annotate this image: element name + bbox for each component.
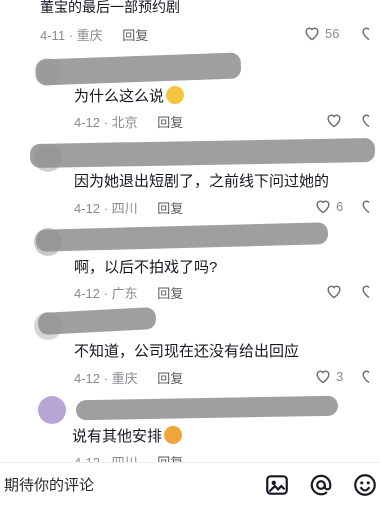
reply-button[interactable]: 回复 bbox=[157, 115, 183, 130]
comment-meta: 4-11 · 重庆 回复 bbox=[40, 28, 149, 43]
redaction-scribble bbox=[37, 306, 157, 336]
sweat-emoji-icon bbox=[164, 426, 183, 444]
comment-meta: 4-12 · 重庆 回复 bbox=[74, 371, 184, 386]
comment-date: 4-11 bbox=[40, 28, 66, 43]
comment-location: 四川 bbox=[111, 201, 138, 216]
comment-location: 重庆 bbox=[111, 371, 138, 386]
comment-location: 广东 bbox=[111, 286, 138, 301]
at-icon[interactable] bbox=[308, 472, 334, 498]
like-button[interactable]: 3 bbox=[314, 368, 343, 384]
heart-icon bbox=[316, 370, 330, 384]
like-button[interactable] bbox=[325, 112, 343, 128]
dislike-button[interactable] bbox=[360, 283, 378, 299]
comment-text: 啊，以后不拍戏了吗? bbox=[74, 259, 218, 276]
redaction-scribble bbox=[75, 395, 339, 421]
dislike-button[interactable] bbox=[360, 25, 378, 41]
like-button[interactable] bbox=[325, 283, 343, 299]
comment-date: 4-12 bbox=[74, 201, 101, 216]
heart-broken-icon bbox=[362, 285, 370, 299]
dislike-button[interactable] bbox=[360, 198, 378, 214]
comment-date: 4-12 bbox=[74, 115, 101, 130]
redaction-scribble bbox=[35, 222, 329, 252]
comment-text: 说有其他安排 bbox=[72, 425, 183, 446]
comment-date: 4-12 bbox=[74, 371, 101, 386]
shocked-emoji-icon bbox=[166, 86, 185, 104]
reply-button[interactable]: 回复 bbox=[122, 28, 148, 43]
comment-input-bar: 期待你的评论 bbox=[0, 462, 380, 508]
comment-date: 4-12 bbox=[74, 286, 101, 301]
redaction-scribble bbox=[35, 52, 242, 86]
heart-icon bbox=[327, 114, 341, 128]
comment-input[interactable]: 期待你的评论 bbox=[0, 463, 254, 508]
avatar[interactable] bbox=[38, 396, 66, 424]
comment-text: 因为她退出短剧了，之前线下问过她的 bbox=[74, 173, 330, 190]
reply-button[interactable]: 回复 bbox=[157, 201, 183, 216]
heart-broken-icon bbox=[362, 114, 370, 128]
reply-button[interactable]: 回复 bbox=[157, 371, 183, 386]
comment-text: 不知道，公司现在还没有给出回应 bbox=[74, 343, 300, 360]
heart-broken-icon bbox=[362, 27, 370, 41]
like-button[interactable]: 6 bbox=[314, 198, 343, 214]
like-count: 56 bbox=[325, 25, 340, 41]
comment-text: 为什么这么说 bbox=[74, 85, 185, 106]
comment-location: 北京 bbox=[111, 115, 138, 130]
like-count: 6 bbox=[336, 198, 344, 214]
comment-text: 董宝的最后一部预约剧 bbox=[40, 0, 180, 15]
heart-icon bbox=[327, 285, 341, 299]
reply-button[interactable]: 回复 bbox=[157, 286, 183, 301]
comment-meta: 4-12 · 北京 回复 bbox=[74, 115, 184, 130]
heart-broken-icon bbox=[362, 370, 370, 384]
emoji-icon[interactable] bbox=[352, 472, 378, 498]
dislike-button[interactable] bbox=[360, 368, 378, 384]
comment-location: 重庆 bbox=[76, 28, 103, 43]
image-icon[interactable] bbox=[264, 472, 290, 498]
like-button[interactable]: 56 bbox=[303, 25, 339, 41]
heart-icon bbox=[316, 200, 330, 214]
comment-meta: 4-12 · 广东 回复 bbox=[74, 286, 184, 301]
heart-icon bbox=[305, 27, 319, 41]
heart-broken-icon bbox=[362, 200, 370, 214]
like-count: 3 bbox=[336, 368, 344, 384]
dislike-button[interactable] bbox=[360, 112, 378, 128]
redaction-scribble bbox=[29, 137, 376, 169]
comment-meta: 4-12 · 四川 回复 bbox=[74, 201, 184, 216]
